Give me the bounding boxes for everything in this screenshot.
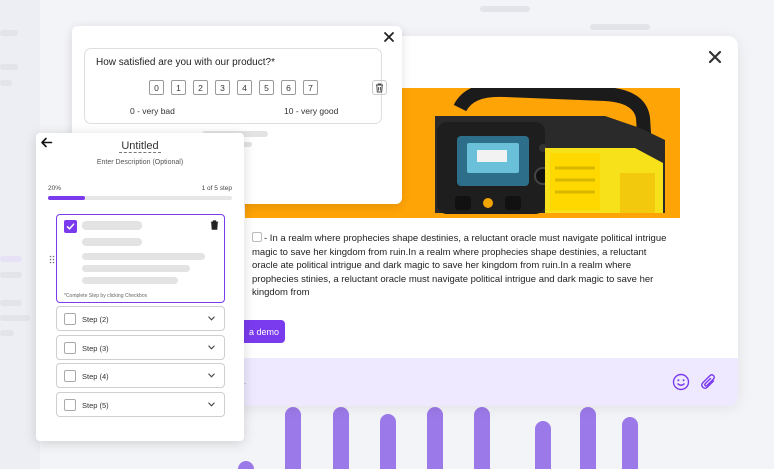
background-chart-bar [285,407,301,469]
background-line [0,256,22,262]
background-line [0,64,18,70]
step-checkbox[interactable] [64,341,76,354]
background-chart-bar [535,421,551,469]
placeholder-line [82,277,178,284]
scale-low-label: 0 - very bad [130,106,175,116]
placeholder-line [82,253,205,260]
inline-checkbox[interactable] [252,232,262,242]
background-line [480,6,530,12]
rating-option-5[interactable]: 5 [259,80,274,95]
background-line [0,272,22,278]
rating-option-4[interactable]: 4 [237,80,252,95]
background-line [0,315,30,321]
rating-option-0[interactable]: 0 [149,80,164,95]
progress-bar-fill [48,196,85,200]
step-label: Step (2) [82,315,109,324]
step-item[interactable]: Step (4) [56,363,225,389]
rating-option-2[interactable]: 2 [193,80,208,95]
chevron-down-icon [208,316,215,321]
background-chart-bar [427,407,443,469]
background-line [0,330,14,336]
background-chart-bar [474,407,490,469]
checklist-title-text: Untitled [119,140,161,153]
chevron-down-icon [208,402,215,407]
progress-bar [48,196,232,200]
close-icon[interactable] [382,30,396,44]
rating-option-6[interactable]: 6 [281,80,296,95]
progress-step-count: 1 of 5 step [201,185,232,192]
background-line [590,24,650,30]
background-sidebar [0,0,40,469]
chevron-down-icon [208,373,215,378]
description-text: - In a realm where prophecies shape dest… [252,232,672,300]
step-item[interactable]: Step (3) [56,334,225,360]
background-chart-bar [580,407,596,469]
attachment-icon[interactable] [699,372,719,392]
checklist-description[interactable]: Enter Description (Optional) [36,159,244,166]
step-label: Step (3) [82,343,109,353]
description-paragraph: - In a realm where prophecies shape dest… [252,233,667,299]
background-chart-bar [622,417,638,469]
placeholder-line [82,265,190,272]
delete-question-button[interactable] [372,80,387,95]
rating-option-1[interactable]: 1 [171,80,186,95]
step-item[interactable]: Step (5) [56,392,225,418]
rating-option-7[interactable]: 7 [303,80,318,95]
checklist-title[interactable]: Untitled [36,140,244,153]
emoji-icon[interactable] [671,372,691,392]
background-line [0,30,18,36]
active-step-note: *Complete Step by clicking Checkbox [64,293,148,299]
chat-input-bar[interactable]: y... [195,358,738,406]
background-chart-bar [238,461,254,469]
checklist-panel: Untitled Enter Description (Optional) 20… [36,133,244,441]
rating-scale: 01234567 [149,80,318,95]
step-item[interactable]: Step (2) [56,306,225,331]
step-label: Step (4) [82,372,109,382]
background-chart-bar [380,414,396,469]
background-line [0,300,22,306]
scale-high-label: 10 - very good [284,106,339,116]
step-checkbox[interactable] [64,313,76,325]
placeholder-line [82,238,142,246]
close-icon[interactable] [706,48,724,66]
active-step[interactable]: *Complete Step by clicking Checkbox [56,214,225,303]
progress-percent: 20% [48,185,62,192]
book-demo-label: a demo [248,326,279,337]
background-line [0,80,12,86]
trash-icon[interactable] [210,220,219,230]
placeholder-line [82,221,142,230]
background-chart-bar [333,407,349,469]
step-checkbox-checked[interactable] [64,220,77,233]
question-text: How satisfied are you with our product?* [96,57,275,68]
check-icon [66,223,75,230]
step-checkbox[interactable] [64,399,76,412]
step-checkbox[interactable] [64,370,76,383]
rating-option-3[interactable]: 3 [215,80,230,95]
trash-icon [376,83,383,92]
drag-handle-icon[interactable] [49,255,55,264]
step-label: Step (5) [82,401,109,411]
chevron-down-icon [208,345,215,350]
